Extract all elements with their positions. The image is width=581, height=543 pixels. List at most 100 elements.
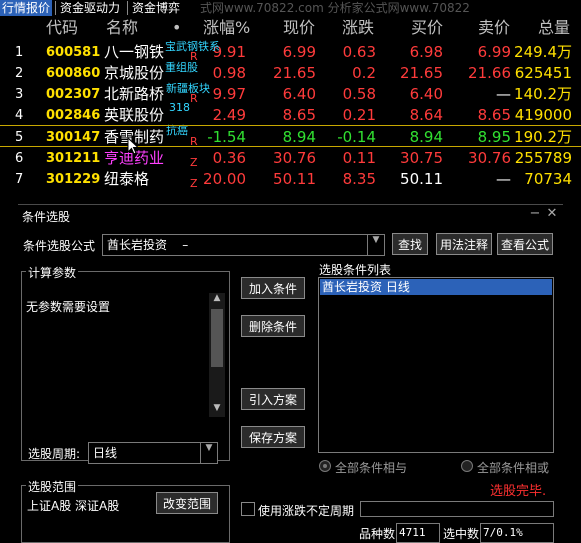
condition-list-label: 选股条件列表 [319, 263, 392, 277]
status-text: 选股完毕. [490, 484, 547, 499]
condition-screening-dialog: 条件选股 − ✕ 条件选股公式 酋长岩投资 – ▼ 查找 用法注释 查看公式 计… [18, 204, 563, 543]
cell-name: 八一钢铁 [104, 43, 165, 61]
radio-or-label: 全部条件相或 [477, 461, 550, 475]
progress-bar [360, 501, 554, 517]
count-label: 品种数 [359, 527, 396, 541]
table-row[interactable]: 4 002846 英联股份 2.49 8.65 0.21 8.64 8.65 419000 318 [0, 101, 581, 126]
radio-or[interactable] [461, 460, 473, 472]
flag-badge: Z [190, 177, 198, 190]
col-header-ask[interactable]: 卖价 [478, 17, 510, 39]
period-label: 选股周期: [28, 447, 81, 461]
cell-code: 002307 [46, 87, 101, 102]
table-row[interactable]: 2 600860 京城股份 0.98 21.65 0.2 21.65 21.66 625451 重… [0, 61, 581, 84]
tab-fund-game[interactable]: 资金博弈 [130, 0, 182, 16]
cell-ask: — [496, 85, 511, 103]
col-header-pct[interactable]: 涨幅% [203, 17, 250, 39]
col-header-change[interactable]: 涨跌 [342, 17, 374, 39]
cell-idx: 6 [15, 151, 24, 166]
add-condition-button[interactable]: 加入条件 [241, 277, 305, 299]
table-row[interactable]: 1 600581 八一钢铁 9.91 6.99 0.63 6.98 6.99 249.4万 宝武钢… [0, 40, 581, 63]
close-icon[interactable]: ✕ [545, 207, 559, 221]
find-button[interactable]: 查找 [392, 233, 428, 255]
cell-price: 30.76 [273, 149, 316, 167]
cell-code: 600581 [46, 45, 101, 60]
cell-idx: 2 [15, 66, 24, 81]
import-plan-button[interactable]: 引入方案 [241, 388, 305, 410]
cell-bid: 50.11 [400, 170, 443, 188]
col-header-total[interactable]: 总量 [538, 17, 570, 39]
uncertain-period-checkbox[interactable] [241, 502, 255, 516]
flag-badge: Z [190, 156, 198, 169]
params-scrollbar[interactable]: ▲ ▼ [209, 293, 225, 417]
cell-ask: 6.99 [477, 43, 511, 61]
table-row[interactable]: 6 301211 亨迪药业 0.36 30.76 0.11 30.75 30.76 255789… [0, 148, 581, 169]
period-select[interactable]: 日线 ▼ [88, 442, 218, 464]
cell-bid: 21.65 [400, 64, 443, 82]
view-formula-button[interactable]: 查看公式 [497, 233, 553, 255]
cell-ask: 30.76 [468, 149, 511, 167]
table-row[interactable]: 5 300147 香雪制药 -1.54 8.94 -0.14 8.94 8.95 190.2万抗… [0, 124, 581, 148]
condition-list-item[interactable]: 酋长岩投资 日线 [320, 279, 552, 295]
col-header-name[interactable]: 名称 [106, 17, 138, 39]
formula-select-value: 酋长岩投资 – [107, 238, 189, 252]
cell-price: 6.40 [282, 85, 316, 103]
cell-idx: 5 [15, 130, 24, 145]
cell-code: 300147 [46, 130, 101, 145]
save-plan-button[interactable]: 保存方案 [241, 426, 305, 448]
col-header-bid[interactable]: 买价 [411, 17, 443, 39]
change-range-button[interactable]: 改变范围 [156, 492, 218, 514]
col-header-price[interactable]: 现价 [283, 17, 315, 39]
cell-price: 50.11 [273, 170, 316, 188]
scroll-down-icon[interactable]: ▼ [209, 403, 225, 417]
scroll-up-icon[interactable]: ▲ [209, 293, 225, 307]
delete-condition-button[interactable]: 删除条件 [241, 315, 305, 337]
quote-table-header: 代码 名称 • 涨幅% 现价 涨跌 买价 卖价 总量 [0, 17, 581, 39]
tab-divider [55, 1, 56, 15]
condition-list[interactable]: 酋长岩投资 日线 [318, 277, 554, 453]
cell-idx: 7 [15, 172, 24, 187]
count-value: 4711 [399, 526, 426, 539]
cell-pct: -1.54 [207, 128, 246, 146]
cell-change: 0.21 [342, 106, 376, 124]
radio-dot [323, 464, 327, 468]
cell-change: 0.63 [342, 43, 376, 61]
tab-market-quotes[interactable]: 行情报价 [0, 0, 53, 16]
cell-price: 8.65 [282, 106, 316, 124]
cell-total: 419000 [514, 106, 572, 124]
cell-change: -0.14 [337, 128, 376, 146]
radio-and[interactable] [319, 460, 331, 472]
col-header-dot: • [172, 18, 182, 37]
params-group-label: 计算参数 [26, 264, 79, 281]
tab-fund-drive[interactable]: 资金驱动力 [58, 0, 122, 16]
cell-bid: 8.64 [409, 106, 443, 124]
cell-ask: — [496, 170, 511, 188]
cell-name: 英联股份 [104, 106, 165, 124]
table-row[interactable]: 3 002307 北新路桥 9.97 6.40 0.58 6.40—140.2万 新疆板块 R [0, 82, 581, 105]
cell-ask: 21.66 [468, 64, 511, 82]
scroll-thumb[interactable] [211, 309, 223, 367]
cell-pct: 0.98 [212, 64, 246, 82]
cell-bid: 8.94 [409, 128, 443, 146]
params-text: 无参数需要设置 [26, 300, 111, 314]
cell-pct: 2.49 [212, 106, 246, 124]
cell-code: 301229 [46, 172, 101, 187]
cell-total: 70734 [524, 170, 572, 188]
period-select-value: 日线 [93, 446, 118, 460]
cell-price: 6.99 [282, 43, 316, 61]
cell-ask: 8.95 [477, 128, 511, 146]
usage-notes-button[interactable]: 用法注释 [436, 233, 492, 255]
cell-code: 301211 [46, 151, 101, 166]
cell-price: 8.94 [282, 128, 316, 146]
cell-price: 21.65 [273, 64, 316, 82]
cell-code: 002846 [46, 108, 101, 123]
concept-tag: 新疆板块 [166, 82, 210, 95]
col-header-code[interactable]: 代码 [46, 17, 78, 39]
chevron-down-icon[interactable]: ▼ [200, 443, 217, 463]
cell-ask: 8.65 [477, 106, 511, 124]
range-text: 上证A股 深证A股 [27, 499, 120, 513]
formula-select[interactable]: 酋长岩投资 – ▼ [102, 234, 385, 256]
table-row[interactable]: 7 301229 纽泰格 20.00 50.11 8.35 50.11 — 70734 Z [0, 169, 581, 190]
chevron-down-icon[interactable]: ▼ [367, 235, 384, 255]
minimize-icon[interactable]: − [528, 207, 542, 221]
cell-name: 京城股份 [104, 64, 165, 82]
